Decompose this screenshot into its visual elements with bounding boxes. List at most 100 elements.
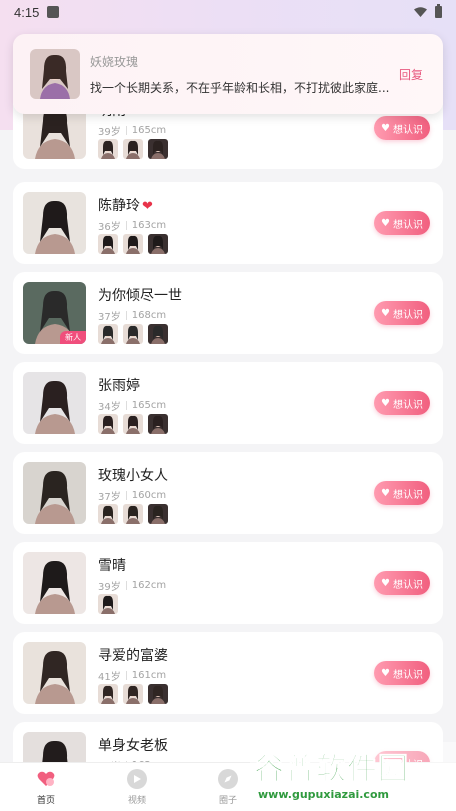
photo-thumbnail[interactable] <box>98 234 118 254</box>
photo-thumbnail[interactable] <box>98 504 118 524</box>
want-to-know-button[interactable]: ♥ 想认识 <box>374 661 430 685</box>
meta-divider <box>125 671 127 680</box>
tab-circle[interactable]: 圈子 <box>198 769 258 806</box>
profile-card[interactable]: 雪晴 39岁 162cm ♥ 想认识 <box>13 542 443 624</box>
profile-meta: 37岁 160cm <box>98 488 166 503</box>
profile-age: 39岁 <box>98 127 121 138</box>
profile-name: 玫瑰小女人 <box>98 468 168 484</box>
photo-thumbnail[interactable] <box>148 234 168 254</box>
profile-card[interactable]: 寻爱的富婆 41岁 161cm ♥ 想认识 <box>13 632 443 714</box>
photo-thumbnail[interactable] <box>123 504 143 524</box>
profile-name: 寻爱的富婆 <box>98 648 168 664</box>
profile-photo[interactable] <box>23 192 86 254</box>
sender-name: 妖娆玫瑰 <box>90 55 139 69</box>
compass-icon <box>218 769 238 789</box>
photo-thumbnails <box>98 594 118 614</box>
reply-button[interactable]: 回复 <box>399 66 423 83</box>
profile-meta: 36岁 163cm <box>98 218 166 233</box>
profile-card[interactable]: 陈静玲 ❤ 36岁 163cm ♥ 想认识 <box>13 182 443 264</box>
profile-age: 41岁 <box>98 672 121 683</box>
profile-card[interactable]: 张雨婷 34岁 165cm ♥ 想认识 <box>13 362 443 444</box>
photo-thumbnail[interactable] <box>98 414 118 434</box>
photo-thumbnail[interactable] <box>98 139 118 159</box>
photo-thumbnails <box>98 684 168 704</box>
want-to-know-label: 想认识 <box>392 579 423 591</box>
photo-thumbnails <box>98 139 168 159</box>
profile-photo[interactable] <box>23 732 86 762</box>
meta-divider <box>125 311 127 320</box>
profile-height: 168cm <box>131 310 167 321</box>
heart-icon: ♥ <box>381 487 390 499</box>
want-to-know-button[interactable]: ♥ 想认识 <box>374 481 430 505</box>
notification-app-icon <box>47 6 60 18</box>
sender-avatar <box>30 49 80 99</box>
photo-thumbnail[interactable] <box>123 234 143 254</box>
photo-thumbnail[interactable] <box>148 139 168 159</box>
want-to-know-label: 想认识 <box>392 399 423 411</box>
profile-name: 单身女老板 <box>98 738 168 754</box>
meta-divider <box>125 491 127 500</box>
tab-video[interactable]: 视频 <box>107 769 167 806</box>
profile-photo[interactable] <box>23 552 86 614</box>
want-to-know-button[interactable]: ♥ 想认识 <box>374 391 430 415</box>
profile-height: 165cm <box>131 125 167 136</box>
want-to-know-label: 想认识 <box>392 309 423 321</box>
heart-icon: ❤ <box>142 199 153 214</box>
profile-photo[interactable] <box>23 462 86 524</box>
site-watermark: 谷普软件园 www.gupuxiazai.com <box>250 742 456 811</box>
heart-icon: ♥ <box>381 397 390 409</box>
tab-home[interactable]: 首页 <box>16 769 76 806</box>
photo-thumbnail[interactable] <box>98 324 118 344</box>
profile-height: 163cm <box>131 220 167 231</box>
profile-photo[interactable]: 新人 <box>23 282 86 344</box>
photo-thumbnail[interactable] <box>123 324 143 344</box>
photo-thumbnail[interactable] <box>148 684 168 704</box>
profile-meta: 37岁 168cm <box>98 308 166 323</box>
photo-thumbnails <box>98 414 168 434</box>
want-to-know-button[interactable]: ♥ 想认识 <box>374 116 430 140</box>
profile-photo[interactable] <box>23 642 86 704</box>
want-to-know-button[interactable]: ♥ 想认识 <box>374 301 430 325</box>
photo-thumbnail[interactable] <box>123 684 143 704</box>
photo-thumbnail[interactable] <box>98 684 118 704</box>
profile-list[interactable]: 明雨 39岁 165cm ♥ 想认识 <box>0 90 456 762</box>
photo-thumbnails <box>98 324 168 344</box>
want-to-know-label: 想认识 <box>392 124 423 136</box>
status-time: 4:15 <box>14 4 40 20</box>
message-notification[interactable]: 妖娆玫瑰 找一个长期关系，不在乎年龄和长相，不打扰彼此家庭... 回复 <box>13 34 443 114</box>
profile-photo[interactable] <box>23 372 86 434</box>
profile-name: 雪晴 <box>98 558 126 574</box>
meta-divider <box>125 401 127 410</box>
want-to-know-button[interactable]: ♥ 想认识 <box>374 211 430 235</box>
profile-age: 36岁 <box>98 222 121 233</box>
profile-age: 37岁 <box>98 312 121 323</box>
photo-thumbnails <box>98 504 168 524</box>
profile-card[interactable]: 玫瑰小女人 37岁 160cm ♥ 想认识 <box>13 452 443 534</box>
watermark-url: www.gupuxiazai.com <box>258 788 389 801</box>
photo-thumbnail[interactable] <box>148 504 168 524</box>
tab-video-label: 视频 <box>127 796 146 806</box>
want-to-know-button[interactable]: ♥ 想认识 <box>374 571 430 595</box>
photo-thumbnails <box>98 234 168 254</box>
meta-divider <box>125 581 127 590</box>
profile-name: 张雨婷 <box>98 378 140 394</box>
profile-height: 165cm <box>131 400 167 411</box>
photo-thumbnail[interactable] <box>123 139 143 159</box>
battery-icon <box>435 4 442 18</box>
photo-thumbnail[interactable] <box>148 414 168 434</box>
profile-meta: 41岁 161cm <box>98 668 166 683</box>
tab-home-label: 首页 <box>36 796 55 806</box>
play-icon <box>127 769 147 789</box>
status-bar: 4:15 <box>0 0 456 24</box>
message-preview: 找一个长期关系，不在乎年龄和长相，不打扰彼此家庭... <box>90 81 390 95</box>
photo-thumbnail[interactable] <box>148 324 168 344</box>
heart-icon: ♥ <box>381 307 390 319</box>
photo-thumbnail[interactable] <box>98 594 118 614</box>
want-to-know-label: 想认识 <box>392 489 423 501</box>
heart-chat-icon <box>36 769 56 789</box>
profile-age: 37岁 <box>98 492 121 503</box>
wifi-icon <box>414 7 427 17</box>
profile-card[interactable]: 新人 为你倾尽一世 37岁 168cm ♥ 想认识 <box>13 272 443 354</box>
photo-thumbnail[interactable] <box>123 414 143 434</box>
profile-height: 162cm <box>131 580 167 591</box>
